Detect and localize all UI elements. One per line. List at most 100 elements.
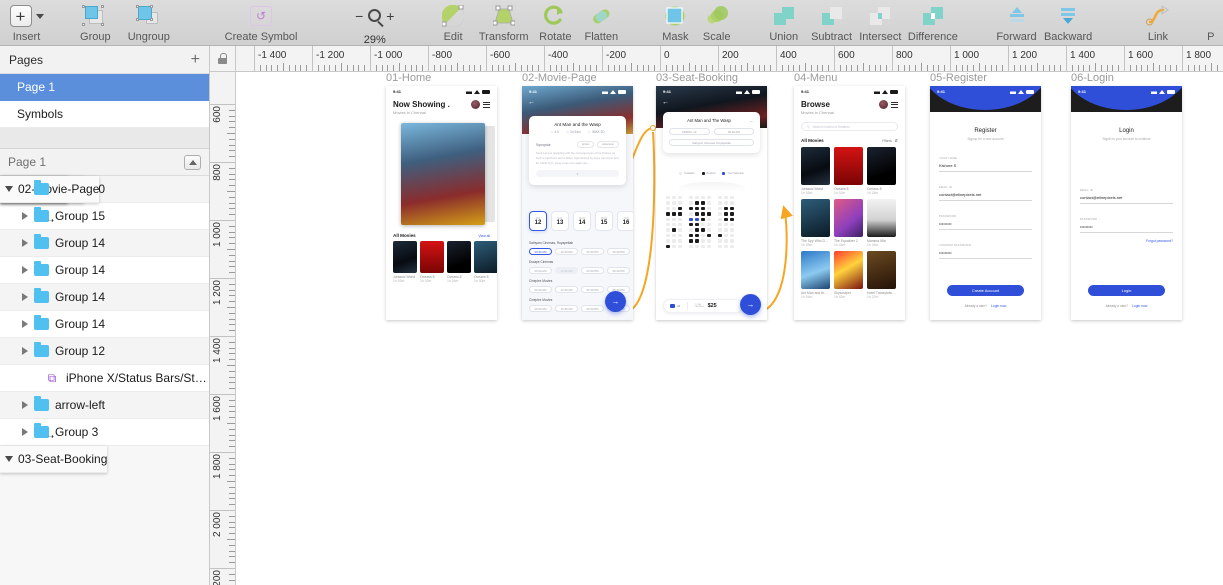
toolbar-forward[interactable]: Forward xyxy=(992,0,1041,46)
seat[interactable] xyxy=(666,212,670,216)
zoom-out-button[interactable]: − xyxy=(355,9,363,23)
toolbar-intersect[interactable]: Intersect xyxy=(855,0,906,46)
chevron-right-icon[interactable] xyxy=(16,347,34,355)
booking-filter-chip[interactable]: 09:30 AM xyxy=(713,128,754,135)
list-item[interactable]: The Spy Who D… 1h 53m xyxy=(801,199,830,247)
seat[interactable] xyxy=(666,206,670,211)
layer-row[interactable]: arrow-left xyxy=(0,392,209,419)
page-item-page-1[interactable]: Page 1 xyxy=(0,74,209,101)
field-value[interactable]: Kishore S xyxy=(939,163,1032,168)
seat[interactable] xyxy=(666,217,670,221)
seat[interactable] xyxy=(730,212,734,216)
avatar[interactable] xyxy=(879,100,888,109)
expand-button[interactable]: ∨ xyxy=(536,170,619,178)
list-item[interactable]: Ant Man and th… 1h 54m xyxy=(801,251,830,299)
chevron-right-icon[interactable] xyxy=(16,293,34,301)
artboard-title-06-login[interactable]: 06-Login xyxy=(1071,72,1114,84)
seat[interactable] xyxy=(672,222,676,227)
confirm-fab-button[interactable]: → xyxy=(740,294,761,315)
showtime-chip[interactable]: 03:30 PM xyxy=(581,248,604,255)
seat[interactable] xyxy=(672,244,676,248)
seat[interactable] xyxy=(678,222,682,227)
menu-icon[interactable] xyxy=(891,101,898,108)
seat[interactable] xyxy=(718,233,722,238)
forgot-password-link[interactable]: Forgot password? xyxy=(1071,239,1182,243)
movie-poster[interactable] xyxy=(447,241,471,273)
layer-row[interactable]: Group 14 xyxy=(0,230,209,257)
artboard-01-home[interactable]: 9:41 Now Showing . Movies in Chennai All Mo… xyxy=(386,86,497,320)
seat[interactable] xyxy=(707,233,711,238)
view-all-link[interactable]: View all xyxy=(478,234,490,238)
seat[interactable] xyxy=(678,201,682,205)
seat[interactable] xyxy=(707,222,711,227)
toolbar-preview[interactable]: P xyxy=(1199,0,1223,46)
hero-poster-current[interactable] xyxy=(401,123,485,225)
seat[interactable] xyxy=(695,239,699,243)
seat[interactable] xyxy=(672,217,676,221)
seat[interactable] xyxy=(695,196,699,200)
seat[interactable] xyxy=(718,206,722,211)
showtime-chip[interactable]: 12:30 AM xyxy=(555,305,578,312)
seat[interactable] xyxy=(672,233,676,238)
toolbar-insert[interactable]: + Insert xyxy=(0,0,49,46)
showtime-chip[interactable]: 12:30 AM xyxy=(555,286,578,293)
toolbar-zoom[interactable]: − + 29% xyxy=(340,0,409,47)
toolbar-mask[interactable]: Mask xyxy=(655,0,696,46)
page-item-symbols[interactable]: Symbols xyxy=(0,101,209,128)
movie-poster[interactable] xyxy=(474,241,497,273)
movie-poster[interactable] xyxy=(801,251,830,289)
seat[interactable] xyxy=(718,222,722,227)
toolbar-ungroup[interactable]: Ungroup xyxy=(122,0,176,46)
seat[interactable] xyxy=(678,217,682,221)
seat[interactable] xyxy=(701,206,705,211)
list-item[interactable]: Skyscraper 1h 42m xyxy=(834,251,863,299)
layer-row[interactable]: Group 12 xyxy=(0,338,209,365)
seat[interactable] xyxy=(678,233,682,238)
seat[interactable] xyxy=(672,239,676,243)
seat[interactable] xyxy=(689,222,693,227)
field-value[interactable]: ••••••••• xyxy=(1080,224,1173,229)
theatre-select[interactable]: Sathyam Cinemas, Royapettah xyxy=(669,139,754,146)
seat[interactable] xyxy=(689,228,693,232)
submit-button[interactable]: Login xyxy=(1088,285,1165,296)
seat[interactable] xyxy=(730,201,734,205)
list-item[interactable]: Oceans 8 1h 30m xyxy=(474,241,497,283)
list-item[interactable]: Oceans 8 1h 24m xyxy=(867,147,896,195)
movie-poster[interactable] xyxy=(867,147,896,185)
toolbar-flatten[interactable]: Flatten xyxy=(578,0,625,46)
showtime-chip[interactable]: 09:30 AM xyxy=(529,305,552,312)
seat[interactable] xyxy=(718,196,722,200)
seat[interactable] xyxy=(666,244,670,248)
seat[interactable] xyxy=(666,233,670,238)
submit-button[interactable]: Create Account xyxy=(947,285,1024,296)
seat[interactable] xyxy=(678,196,682,200)
list-item[interactable]: Jurassic World 1h 53m xyxy=(801,147,830,195)
form-field[interactable]: CONFIRM PASSWORD ••••••••• xyxy=(939,244,1032,259)
chevron-right-icon[interactable] xyxy=(16,401,34,409)
seat[interactable] xyxy=(707,217,711,221)
seat[interactable] xyxy=(678,239,682,243)
seat[interactable] xyxy=(730,228,734,232)
seat[interactable] xyxy=(689,206,693,211)
toolbar-rotate[interactable]: Rotate xyxy=(533,0,578,46)
arrow-left-icon[interactable]: ← xyxy=(528,99,633,106)
movie-poster[interactable] xyxy=(834,251,863,289)
seat[interactable] xyxy=(718,239,722,243)
artboard-02-movie-page[interactable]: 9:41 ← Ant Man and the Wasp ◇ 4.5 ◇ 1h 54m ◇ IMA… xyxy=(522,86,633,320)
toolbar-edit[interactable]: Edit xyxy=(432,0,475,46)
artboard-title-05-register[interactable]: 05-Register xyxy=(930,72,987,84)
seat[interactable] xyxy=(689,233,693,238)
seat[interactable] xyxy=(730,196,734,200)
chevron-right-icon[interactable] xyxy=(16,266,34,274)
seat[interactable] xyxy=(689,217,693,221)
hero-carousel[interactable] xyxy=(393,122,495,226)
seat[interactable] xyxy=(701,217,705,221)
movie-poster[interactable] xyxy=(801,147,830,185)
movie-poster[interactable] xyxy=(393,241,417,273)
avatar[interactable] xyxy=(471,100,480,109)
layer-row[interactable]: 02-Movie-Page xyxy=(0,176,100,203)
seat[interactable] xyxy=(666,239,670,243)
list-item[interactable]: Oceans 8 1h 24m xyxy=(447,241,471,283)
home-header-actions[interactable] xyxy=(471,100,490,109)
seat[interactable] xyxy=(724,244,728,248)
